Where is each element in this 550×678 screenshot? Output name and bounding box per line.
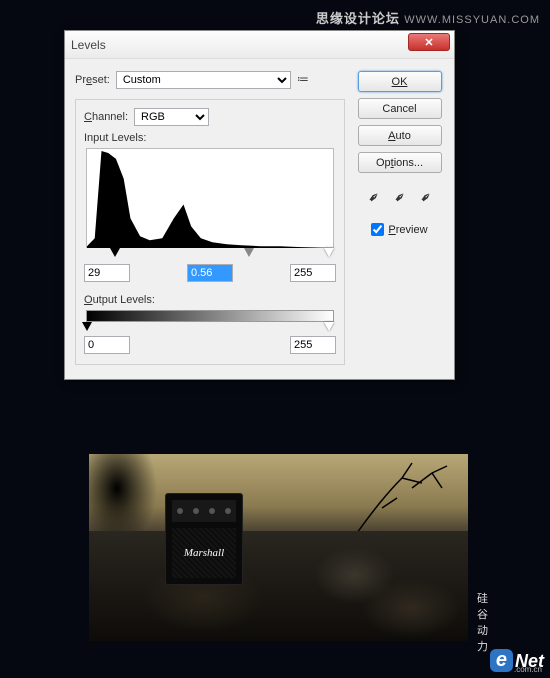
titlebar[interactable]: Levels ✕: [65, 31, 454, 59]
amp-knob: [225, 508, 231, 514]
amp-knob: [193, 508, 199, 514]
amp-knob: [209, 508, 215, 514]
output-lo-field[interactable]: [84, 336, 130, 354]
watermark: 思缘设计论坛 WWW.MISSYUAN.COM: [316, 8, 540, 27]
midtone-handle[interactable]: [244, 248, 254, 257]
preset-select[interactable]: Custom: [116, 71, 291, 89]
output-slider[interactable]: [86, 322, 334, 332]
enet-sub: .com.cn: [514, 665, 542, 674]
dialog-right: OK Cancel Auto Options... ✒ ✒ ✒ Preview: [355, 71, 444, 365]
close-icon: ✕: [424, 36, 433, 49]
preset-row: Preset: Custom ≔: [75, 71, 345, 89]
output-levels-label: Output Levels:: [84, 294, 336, 306]
amp-knob: [177, 508, 183, 514]
auto-button[interactable]: Auto: [358, 125, 442, 146]
preview-checkbox[interactable]: Preview: [371, 223, 427, 236]
levels-fieldset: Channel: RGB Input Levels:: [75, 99, 345, 365]
shadow-handle[interactable]: [110, 248, 120, 257]
cancel-button[interactable]: Cancel: [358, 98, 442, 119]
dialog-left: Preset: Custom ≔ Channel: RGB Input Leve…: [75, 71, 345, 365]
input-levels-label: Input Levels:: [84, 132, 336, 144]
gray-point-eyedropper-icon[interactable]: ✒: [385, 183, 413, 211]
input-values: [84, 264, 336, 282]
preset-label: Preset:: [75, 74, 110, 86]
highlight-handle[interactable]: [324, 248, 334, 257]
eyedroppers: ✒ ✒ ✒: [364, 187, 436, 207]
channel-label: Channel:: [84, 111, 128, 123]
black-point-eyedropper-icon[interactable]: ✒: [359, 183, 387, 211]
input-shadow-field[interactable]: [84, 264, 130, 282]
ok-button[interactable]: OK: [358, 71, 442, 92]
branches: [352, 458, 462, 538]
figure-silhouette: [89, 454, 159, 540]
rocks: [89, 531, 468, 641]
input-slider[interactable]: [86, 248, 334, 258]
amp-panel: [172, 500, 236, 522]
preview-check-input[interactable]: [371, 223, 384, 236]
output-hi-field[interactable]: [290, 336, 336, 354]
options-button[interactable]: Options...: [358, 152, 442, 173]
enet-logo: 硅谷动力 e Net .com.cn: [490, 649, 544, 672]
output-lo-handle[interactable]: [82, 322, 92, 331]
channel-select[interactable]: RGB: [134, 108, 209, 126]
watermark-cn: 思缘设计论坛: [316, 11, 400, 26]
histogram-chart: [87, 149, 333, 248]
output-hi-handle[interactable]: [324, 322, 334, 331]
preset-menu-icon[interactable]: ≔: [297, 72, 313, 88]
preview-label: Preview: [388, 224, 427, 236]
channel-row: Channel: RGB: [84, 108, 336, 126]
watermark-en: WWW.MISSYUAN.COM: [404, 14, 540, 26]
input-mid-field[interactable]: [187, 264, 233, 282]
amp-brand: Marshall: [184, 547, 224, 559]
levels-dialog: Levels ✕ Preset: Custom ≔ Channel: RGB: [64, 30, 455, 380]
amp-grille: Marshall: [172, 528, 236, 578]
white-point-eyedropper-icon[interactable]: ✒: [411, 183, 439, 211]
output-gradient: [86, 310, 334, 322]
dialog-title: Levels: [71, 38, 106, 52]
result-image: Marshall: [89, 454, 468, 641]
close-button[interactable]: ✕: [408, 33, 450, 51]
dialog-body: Preset: Custom ≔ Channel: RGB Input Leve…: [65, 59, 454, 379]
enet-cn: 硅谷动力: [477, 590, 488, 654]
histogram: [86, 148, 334, 248]
output-values: [84, 336, 336, 354]
input-highlight-field[interactable]: [290, 264, 336, 282]
enet-e-icon: e: [490, 649, 513, 672]
amplifier: Marshall: [165, 493, 243, 585]
